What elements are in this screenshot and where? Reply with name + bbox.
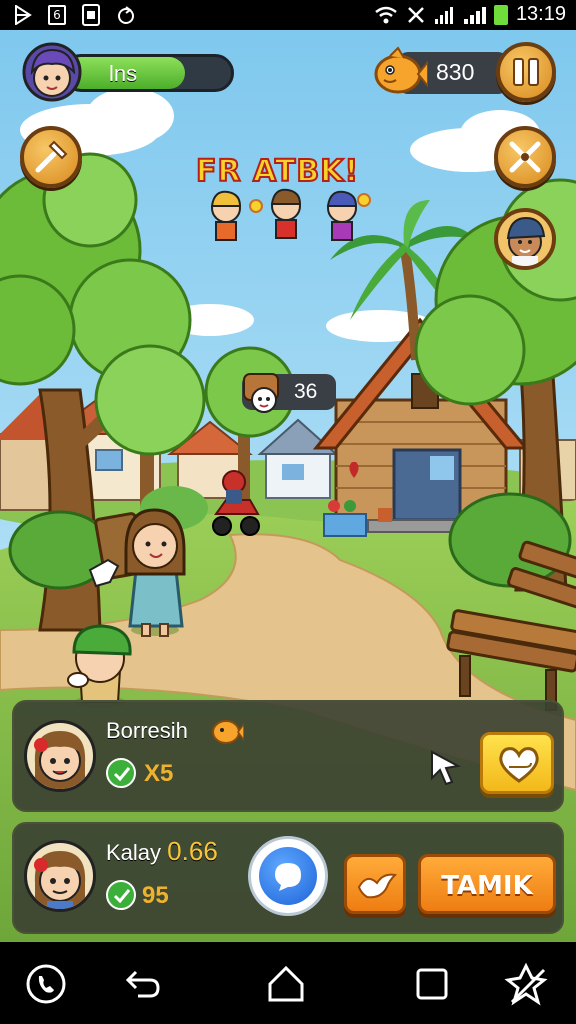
player-1-avatar[interactable] bbox=[24, 720, 96, 792]
pause-icon bbox=[513, 58, 539, 86]
clock: 13:19 bbox=[515, 3, 566, 25]
chat-button-inner bbox=[259, 847, 317, 905]
bird-button[interactable] bbox=[344, 854, 406, 914]
chat-bubble-icon bbox=[275, 863, 301, 891]
puzzle-icon[interactable] bbox=[504, 962, 548, 1006]
cursor-icon bbox=[431, 750, 462, 786]
player-1-multiplier: X5 bbox=[144, 760, 174, 787]
player-1-name: Borresih bbox=[106, 718, 188, 743]
recents-icon[interactable] bbox=[410, 962, 454, 1006]
banner-characters bbox=[210, 188, 371, 241]
sync-icon bbox=[118, 6, 134, 24]
npc-face-icon bbox=[243, 373, 279, 413]
bubble-count: 36 bbox=[294, 380, 318, 403]
check-icon bbox=[106, 758, 136, 788]
no-signal-icon bbox=[408, 6, 424, 23]
signal-bars bbox=[463, 6, 486, 24]
notification-badge: 6 bbox=[48, 5, 66, 25]
player-2-avatar[interactable] bbox=[24, 840, 96, 912]
health-bar: lns bbox=[62, 54, 234, 92]
check-icon bbox=[106, 880, 136, 910]
hammer-icon bbox=[35, 140, 68, 173]
tamik-button-label: TAMIK bbox=[441, 871, 533, 901]
player-hud: lns bbox=[22, 42, 234, 104]
navigation-bar bbox=[0, 942, 576, 1024]
npc-avatar[interactable] bbox=[494, 208, 556, 270]
sim-icon bbox=[82, 4, 100, 26]
phone-icon[interactable] bbox=[24, 962, 68, 1006]
heart-hand-icon bbox=[499, 747, 539, 783]
crossed-tools-icon bbox=[509, 141, 541, 173]
battery-icon bbox=[493, 4, 508, 25]
status-bar: 6 13:19 bbox=[0, 0, 576, 30]
tools-button[interactable] bbox=[494, 126, 556, 188]
player-2-name: Kalay bbox=[106, 840, 162, 865]
chat-button[interactable] bbox=[248, 836, 328, 916]
like-button[interactable] bbox=[480, 732, 554, 794]
bird-icon bbox=[357, 873, 397, 899]
player-card-1: Borresih X5 bbox=[12, 700, 564, 812]
player-avatar[interactable] bbox=[22, 42, 82, 102]
signal-icon bbox=[434, 6, 453, 24]
back-icon[interactable] bbox=[120, 962, 164, 1006]
build-tool-button[interactable] bbox=[20, 126, 82, 188]
player-2-score: 0.66 bbox=[167, 836, 218, 866]
player-2-name-row: Kalay 0.66 bbox=[106, 836, 218, 867]
tamik-button[interactable]: TAMIK bbox=[418, 854, 556, 914]
wifi-icon bbox=[375, 6, 397, 23]
pause-button[interactable] bbox=[496, 42, 556, 102]
player-2-count: 95 bbox=[142, 882, 169, 909]
fish-coin-icon bbox=[374, 46, 428, 94]
coin-value: 830 bbox=[436, 59, 475, 85]
player-label: lns bbox=[109, 61, 138, 86]
fish-icon bbox=[212, 720, 244, 744]
task-bubble[interactable]: 36 bbox=[242, 373, 336, 413]
event-banner-title: FR ATBK! bbox=[195, 153, 360, 190]
play-store-icon bbox=[15, 5, 32, 25]
home-icon[interactable] bbox=[264, 962, 308, 1006]
